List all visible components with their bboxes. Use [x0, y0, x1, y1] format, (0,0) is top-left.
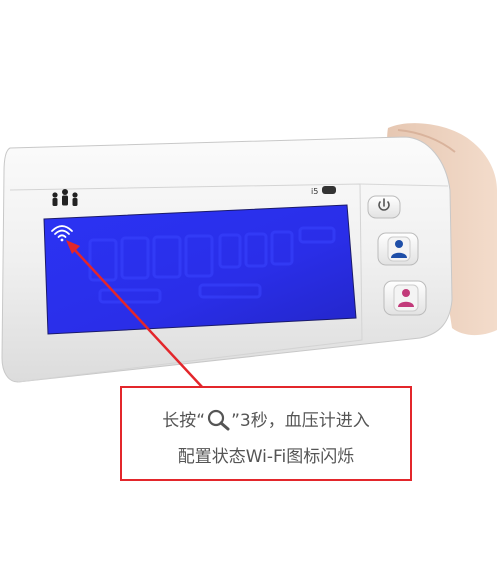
instruction-callout: 长按“ ”3秒，血压计进入 配置状态Wi-Fi图标闪烁 — [120, 386, 412, 481]
instruction-line-1-prefix: 长按“ — [162, 411, 206, 431]
instruction-line-1-suffix: ”3秒，血压计进入 — [231, 411, 370, 431]
wifi-badge-icon — [322, 186, 336, 194]
user-1-button[interactable] — [377, 232, 419, 266]
lcd-screen — [43, 204, 357, 335]
model-label: i5 — [311, 187, 319, 196]
power-button[interactable] — [367, 195, 401, 219]
device-photo — [1, 123, 497, 389]
user-2-button[interactable] — [383, 280, 427, 316]
magnifier-icon — [205, 409, 231, 431]
instruction-line-1: 长按“ ”3秒，血压计进入 — [122, 406, 410, 431]
instruction-line-2: 配置状态Wi-Fi图标闪烁 — [177, 447, 355, 467]
